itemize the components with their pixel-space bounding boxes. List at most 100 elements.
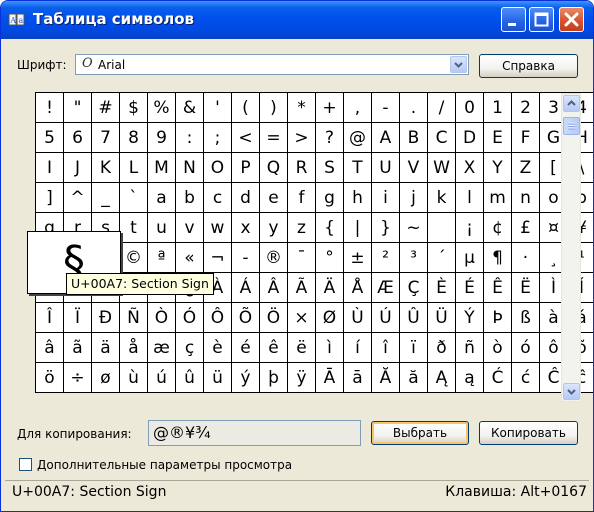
char-cell[interactable]: > [288,123,315,152]
char-cell[interactable]: T [344,153,371,182]
char-cell[interactable]: - [372,93,399,122]
char-cell[interactable]: y [260,213,287,242]
char-cell[interactable]: $ [120,93,147,122]
char-cell[interactable]: Ò [148,303,175,332]
char-cell[interactable]: © [120,243,147,272]
char-cell[interactable]: M [148,153,175,182]
char-cell[interactable]: i [372,183,399,212]
char-cell[interactable]: ÷ [64,363,91,392]
char-cell[interactable]: ý [232,363,259,392]
char-cell[interactable]: 0 [456,93,483,122]
char-cell[interactable]: Ć [484,363,511,392]
char-cell[interactable]: ) [260,93,287,122]
char-cell[interactable]: j [400,183,427,212]
char-cell[interactable]: Y [484,153,511,182]
char-cell[interactable]: Ô [204,303,231,332]
copy-button[interactable]: Копировать [479,421,578,445]
char-cell[interactable]: N [176,153,203,182]
char-cell[interactable]: è [204,333,231,362]
char-cell[interactable]: ; [204,123,231,152]
char-cell[interactable]: ü [204,363,231,392]
char-cell[interactable]: K [92,153,119,182]
char-cell[interactable]: h [344,183,371,212]
char-cell[interactable]: Ă [372,363,399,392]
char-cell[interactable]: B [400,123,427,152]
char-cell[interactable]: û [176,363,203,392]
char-cell[interactable]: æ [148,333,175,362]
char-cell[interactable]: í [344,333,371,362]
char-cell[interactable]: ° [316,243,343,272]
char-cell[interactable]: v [176,213,203,242]
char-cell[interactable]: È [428,273,455,302]
char-cell[interactable]: c [204,183,231,212]
char-cell[interactable]: ! [36,93,63,122]
select-button[interactable]: Выбрать [371,421,469,445]
char-cell[interactable]: ¶ [484,243,511,272]
char-cell[interactable]: ß [512,303,539,332]
char-cell[interactable]: ? [316,123,343,152]
char-cell[interactable]: ã [64,333,91,362]
char-cell[interactable]: b [176,183,203,212]
minimize-button[interactable] [501,7,526,32]
char-cell[interactable]: V [400,153,427,182]
char-cell[interactable]: Ó [176,303,203,332]
char-cell[interactable]: þ [260,363,287,392]
char-cell[interactable]: d [232,183,259,212]
char-cell[interactable]: Û [400,303,427,332]
char-cell[interactable]: 2 [512,93,539,122]
char-cell[interactable]: Æ [372,273,399,302]
char-cell[interactable]: Â [260,273,287,302]
char-cell[interactable]: ¬ [204,243,231,272]
char-cell[interactable]: W [428,153,455,182]
char-cell[interactable]: ñ [456,333,483,362]
char-cell[interactable]: D [456,123,483,152]
char-cell[interactable]: µ [456,243,483,272]
char-cell[interactable]: ÿ [288,363,315,392]
char-cell[interactable]: & [176,93,203,122]
char-cell[interactable]: } [372,213,399,242]
char-cell[interactable]: k [428,183,455,212]
scroll-up-button[interactable] [563,95,580,112]
char-cell[interactable]: £ [512,213,539,242]
char-cell[interactable]: % [148,93,175,122]
char-cell[interactable]: ^ [64,183,91,212]
char-cell[interactable]: X [456,153,483,182]
char-cell[interactable]: | [344,213,371,242]
char-cell[interactable]: z [288,213,315,242]
char-cell[interactable]: = [260,123,287,152]
char-cell[interactable]: Q [260,153,287,182]
char-cell[interactable] [428,213,455,242]
char-cell[interactable]: P [232,153,259,182]
char-cell[interactable]: F [512,123,539,152]
char-cell[interactable]: Ç [400,273,427,302]
char-cell[interactable]: Ą [428,363,455,392]
close-button[interactable] [559,7,584,32]
char-cell[interactable]: R [288,153,315,182]
char-cell[interactable]: n [512,183,539,212]
char-cell[interactable]: Ù [344,303,371,332]
char-cell[interactable]: ì [316,333,343,362]
char-cell[interactable]: Á [232,273,259,302]
char-cell[interactable]: Ã [288,273,315,302]
char-cell[interactable]: / [428,93,455,122]
help-button[interactable]: Справка [479,54,578,78]
char-cell[interactable]: Ý [456,303,483,332]
char-cell[interactable]: Ø [316,303,343,332]
char-cell[interactable]: C [428,123,455,152]
char-cell[interactable]: x [232,213,259,242]
char-cell[interactable]: ´ [428,243,455,272]
char-cell[interactable]: L [120,153,147,182]
font-dropdown-button[interactable] [450,56,467,73]
char-cell[interactable]: f [288,183,315,212]
char-cell[interactable]: É [456,273,483,302]
char-cell[interactable]: A [372,123,399,152]
char-cell[interactable]: 7 [92,123,119,152]
char-cell[interactable]: O [204,153,231,182]
char-cell[interactable]: ð [428,333,455,362]
char-cell[interactable]: ] [36,183,63,212]
char-cell[interactable]: w [204,213,231,242]
char-cell[interactable]: « [176,243,203,272]
char-cell[interactable]: S [316,153,343,182]
char-cell[interactable]: ó [512,333,539,362]
char-cell[interactable]: g [316,183,343,212]
